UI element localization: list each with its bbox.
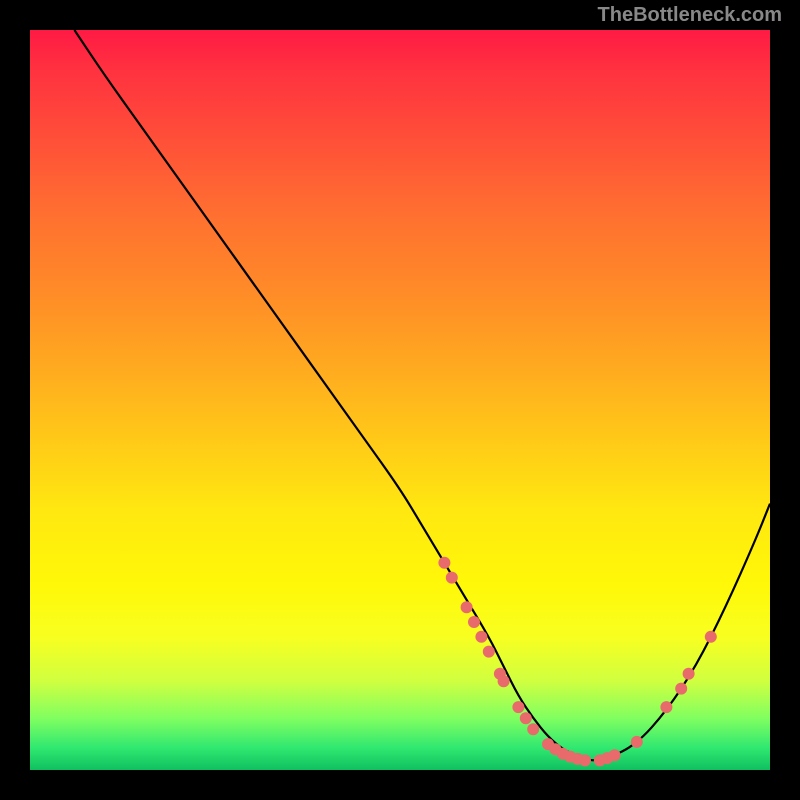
data-markers [438, 557, 716, 767]
data-marker [498, 675, 510, 687]
data-marker [483, 646, 495, 658]
data-marker [660, 701, 672, 713]
data-marker [461, 601, 473, 613]
data-marker [683, 668, 695, 680]
data-marker [579, 754, 591, 766]
data-marker [468, 616, 480, 628]
data-marker [438, 557, 450, 569]
data-marker [631, 736, 643, 748]
plot-area [30, 30, 770, 770]
data-marker [446, 572, 458, 584]
curve-line [74, 30, 770, 760]
data-marker [527, 723, 539, 735]
watermark-text: TheBottleneck.com [598, 4, 782, 27]
data-marker [609, 749, 621, 761]
data-marker [705, 631, 717, 643]
chart-svg [30, 30, 770, 770]
data-marker [512, 701, 524, 713]
data-marker [475, 631, 487, 643]
data-marker [675, 683, 687, 695]
data-marker [520, 712, 532, 724]
